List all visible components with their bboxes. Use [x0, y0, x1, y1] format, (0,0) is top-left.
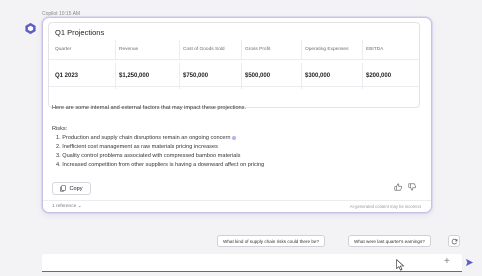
column-divider	[362, 40, 363, 59]
projections-table-card: Q1 Projections Quarter Revenue Cost of G…	[48, 22, 420, 108]
thumbs-up-icon[interactable]	[394, 183, 402, 191]
risk-item: 1. Production and supply chain disruptio…	[56, 135, 237, 141]
copy-button-label: Copy	[69, 185, 83, 192]
column-header: Gross Profit	[245, 47, 271, 52]
refresh-icon	[451, 238, 457, 244]
risks-heading: Risks:	[52, 126, 68, 132]
risk-item: 4. Increased competition from other supp…	[56, 162, 265, 168]
references-toggle[interactable]: 1 reference ⌄	[52, 204, 82, 209]
suggestion-chip[interactable]: What kind of supply chain risks could th…	[217, 235, 326, 247]
column-header: Cost of Goods Sold	[183, 47, 225, 52]
column-header: Revenue	[119, 47, 139, 52]
citation-marker[interactable]	[232, 135, 237, 140]
chevron-down-icon: ⌄	[77, 204, 82, 209]
risk-item: 3. Quality control problems associated w…	[56, 153, 241, 159]
copy-button[interactable]: Copy	[52, 182, 91, 195]
column-header: EBITDA	[366, 47, 384, 52]
thumbs-down-icon[interactable]	[408, 183, 416, 191]
table-title: Q1 Projections	[55, 28, 105, 37]
divider	[43, 200, 431, 201]
projections-table: Quarter Revenue Cost of Goods Sold Gross…	[49, 40, 419, 104]
copy-icon	[60, 185, 67, 192]
response-card: Q1 Projections Quarter Revenue Cost of G…	[42, 17, 432, 213]
table-empty-row	[49, 86, 419, 104]
risk-text: 1. Production and supply chain disruptio…	[56, 135, 231, 141]
column-divider	[301, 40, 302, 59]
response-intro-text: Here are some internal and external fact…	[52, 105, 247, 111]
column-divider	[241, 40, 242, 59]
send-icon[interactable]	[465, 258, 474, 267]
references-label: 1 reference	[52, 204, 77, 209]
suggestion-chip[interactable]: What were last quarter's earnings?	[348, 235, 431, 247]
copilot-chat-pane: Copilot 10:15 AM Q1 Projections Quarter …	[0, 0, 482, 276]
copilot-logo-icon	[25, 22, 36, 35]
plus-icon[interactable]: +	[444, 256, 450, 268]
column-header: Quarter	[55, 47, 72, 52]
risk-item: 2. Inefficient cost management as raw ma…	[56, 144, 218, 150]
mouse-pointer-icon	[396, 259, 405, 271]
table-header-row: Quarter Revenue Cost of Goods Sold Gross…	[49, 40, 419, 60]
ai-disclaimer: AI-generated content may be incorrect	[349, 204, 421, 209]
column-header: Operating Expenses	[305, 47, 349, 52]
refresh-suggestions-button[interactable]	[448, 235, 460, 247]
column-divider	[179, 40, 180, 59]
column-divider	[115, 40, 116, 59]
